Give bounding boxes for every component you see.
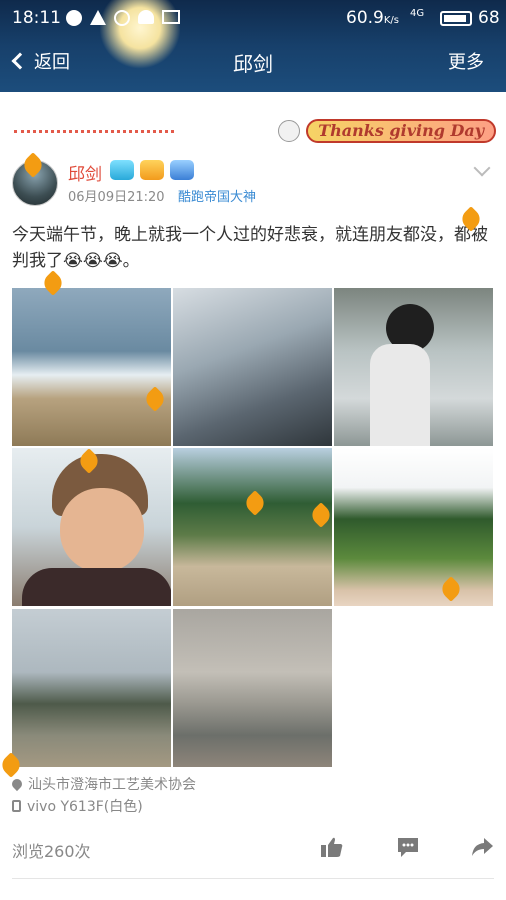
photo-rocks-waves[interactable]: [173, 288, 332, 446]
post-time: 06月09日21:20: [68, 190, 165, 205]
person-body: [370, 344, 430, 446]
page-title: 邱剑: [233, 52, 273, 76]
view-count: 浏览260次: [12, 842, 91, 861]
thanks-badge: Thanks giving Day: [278, 118, 496, 144]
photo-sea-horizon[interactable]: [173, 609, 332, 767]
photo-hill-field[interactable]: [334, 448, 493, 606]
photo-grid: [12, 288, 494, 768]
more-button[interactable]: 更多: [448, 48, 484, 74]
network-speed: 60.9K/s: [346, 8, 399, 28]
hat-icon: [138, 10, 154, 24]
user-level[interactable]: 酷跑帝国大神: [178, 186, 256, 205]
image-icon: [162, 10, 180, 24]
status-time: 18:11: [12, 8, 61, 28]
thumbs-up-icon: [321, 837, 343, 857]
badge-row: [110, 160, 194, 180]
battery-icon: [440, 11, 472, 26]
divider: [12, 878, 494, 879]
author-name[interactable]: 邱剑: [68, 160, 102, 185]
chevron-down-icon[interactable]: [473, 159, 491, 177]
triangle-icon: [90, 10, 106, 25]
battery-fill: [444, 15, 466, 22]
photo-beach-crowd[interactable]: [12, 288, 171, 446]
ghost-icon: [278, 120, 301, 142]
photo-shore-people[interactable]: [12, 609, 171, 767]
like-button[interactable]: [320, 836, 346, 860]
status-bar: 18:11 60.9K/s 4G 68: [0, 0, 506, 36]
vip-badge-icon: [170, 160, 194, 180]
post-text: 今天端午节，晚上就我一个人过的好悲衰，就连朋友都没，都被判我了😭😭😭。: [12, 225, 488, 271]
q-icon: [114, 10, 130, 26]
crown-badge-icon: [140, 160, 164, 180]
photo-man-in-sea[interactable]: [334, 288, 493, 446]
shirt: [22, 568, 171, 606]
speed-unit: K/s: [383, 15, 399, 26]
share-button[interactable]: [470, 836, 496, 860]
location-text: 汕头市澄海市工艺美术协会: [28, 777, 196, 793]
k-icon: [66, 10, 82, 26]
holiday-banner: Thanks giving Day: [0, 116, 506, 146]
face: [60, 488, 144, 572]
share-arrow-icon: [472, 838, 493, 856]
notification-icons: [66, 10, 180, 26]
comment-icon: [398, 838, 418, 857]
post-header: 邱剑 06月09日21:20 酷跑帝国大神: [12, 156, 494, 208]
photo-coast-path[interactable]: [173, 448, 332, 606]
photo-selfie[interactable]: [12, 448, 171, 606]
dotted-line: [14, 130, 174, 136]
top-nav: 返回 邱剑 更多: [0, 40, 506, 84]
diamond-badge-icon: [110, 160, 134, 180]
net-type: 4G: [410, 8, 425, 19]
speed-value: 60.9: [346, 8, 384, 28]
phone-icon: [12, 800, 21, 812]
battery-level: 68: [478, 8, 500, 28]
location-pin-icon: [9, 776, 25, 792]
device-text: vivo Y613F(白色): [27, 799, 143, 815]
comment-button[interactable]: [396, 836, 422, 860]
device-info: vivo Y613F(白色): [12, 796, 143, 816]
banner-text: Thanks giving Day: [306, 119, 496, 143]
location[interactable]: 汕头市澄海市工艺美术协会: [9, 774, 196, 794]
